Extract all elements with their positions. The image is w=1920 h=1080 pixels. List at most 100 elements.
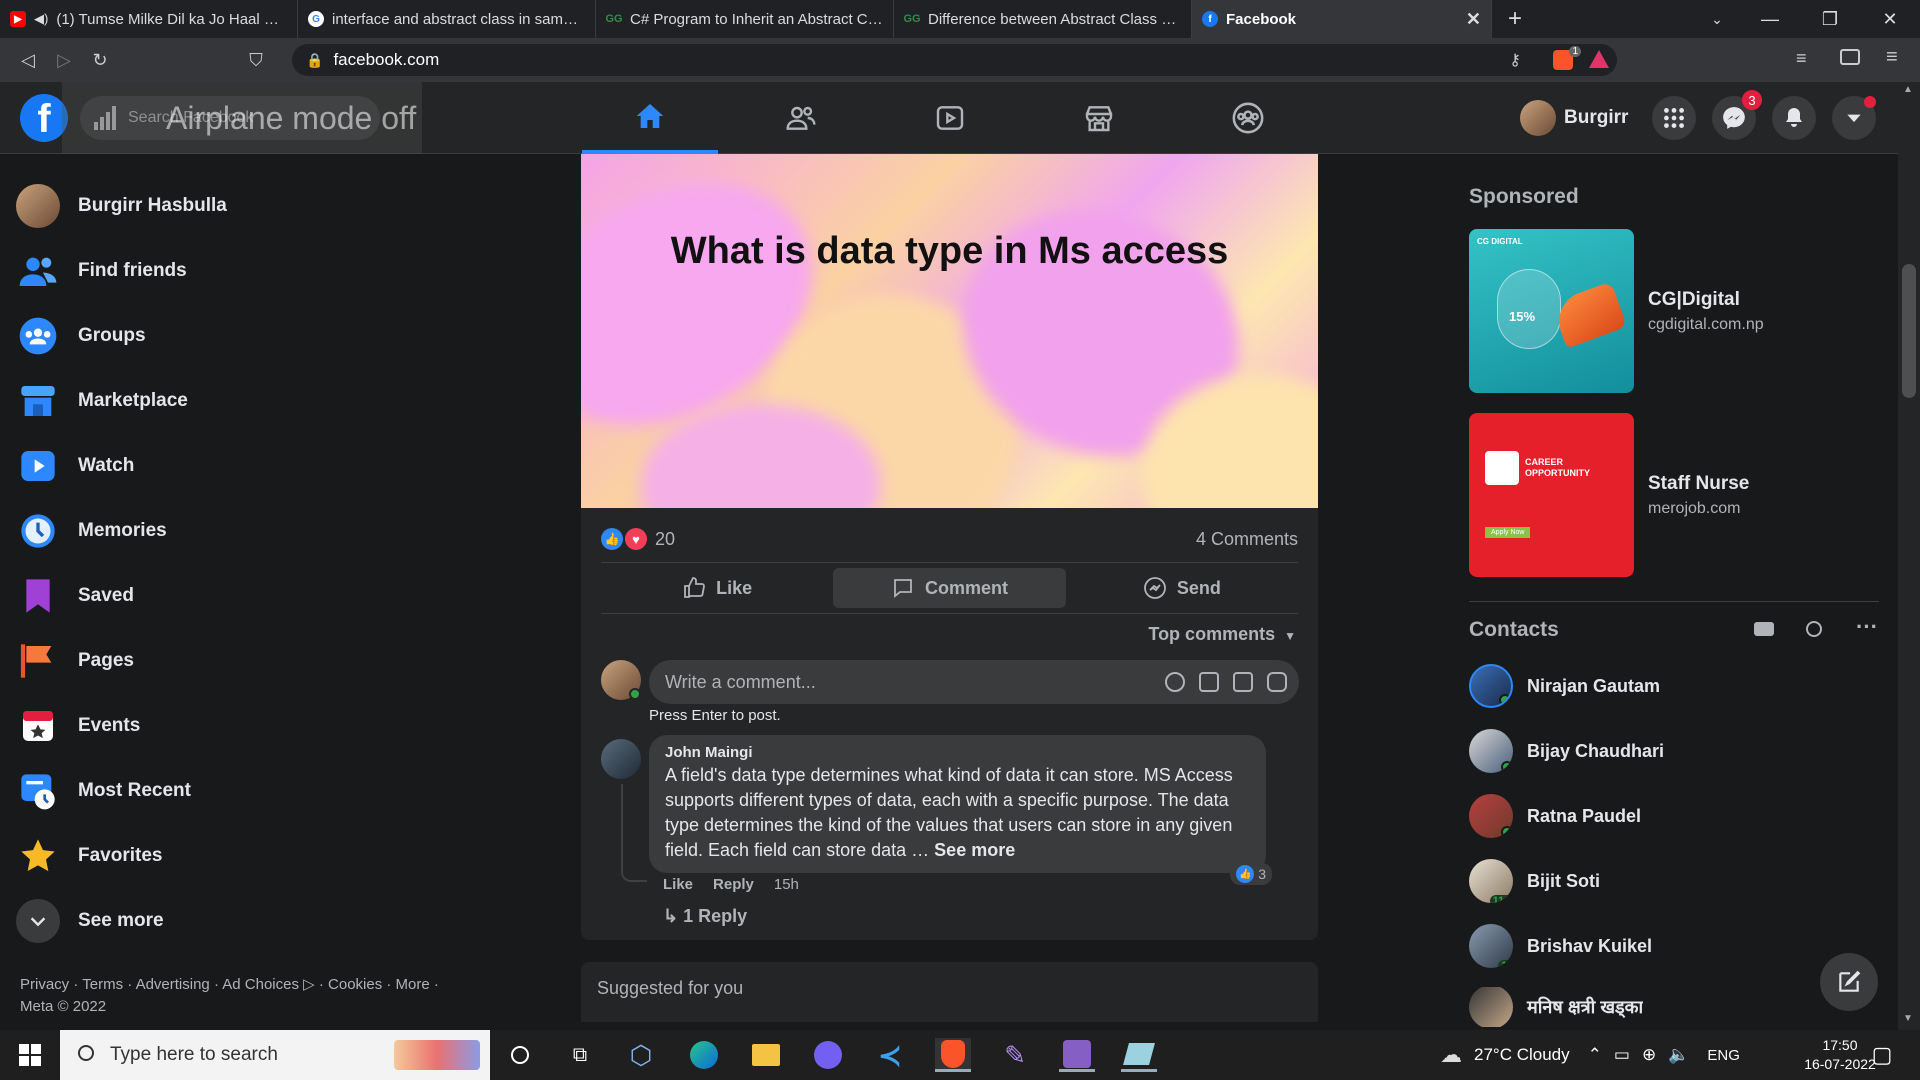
browser-tab-active[interactable]: f Facebook ✕ [1192, 0, 1492, 38]
sidebar-item-memories[interactable]: Memories [16, 503, 167, 559]
ad-image-cgdigital[interactable]: CG DIGITAL 15% [1469, 229, 1634, 393]
nav-marketplace[interactable] [1031, 82, 1167, 154]
comment-reactions[interactable]: 👍 3 [1230, 863, 1272, 885]
send-button[interactable]: Send [1066, 568, 1298, 608]
sidebar-item-marketplace[interactable]: Marketplace [16, 373, 188, 429]
ad-title[interactable]: Staff Nurse [1648, 473, 1749, 495]
nav-groups[interactable] [1180, 82, 1316, 154]
search-icon[interactable] [1806, 621, 1822, 637]
notes-app-icon[interactable] [1121, 1038, 1157, 1072]
vscode-icon[interactable]: ≺ [872, 1038, 908, 1072]
cortana-icon[interactable] [502, 1038, 538, 1072]
contact-item[interactable]: Ratna Paudel [1469, 792, 1641, 840]
camera-icon[interactable] [1199, 672, 1219, 692]
battery-icon[interactable]: ▭ [1614, 1045, 1630, 1065]
sidebar-item-profile[interactable]: Burgirr Hasbulla [16, 178, 227, 234]
contact-item[interactable]: मनिष क्षत्री खड्का [1469, 987, 1643, 1027]
chevron-up-icon[interactable]: ⌃ [1588, 1045, 1602, 1065]
wallet-icon[interactable] [1840, 49, 1860, 65]
sidebar-item-watch[interactable]: Watch [16, 438, 134, 494]
post-image[interactable]: What is data type in Ms access [581, 154, 1318, 508]
brave-rewards-icon[interactable] [1589, 50, 1609, 68]
viber-icon[interactable] [810, 1038, 846, 1072]
more-options-icon[interactable]: ··· [1856, 614, 1878, 640]
contact-item[interactable]: Bijay Chaudhari [1469, 727, 1664, 775]
scroll-up-arrow[interactable]: ▲ [1903, 84, 1913, 95]
reading-list-icon[interactable]: ≡ [1796, 48, 1807, 69]
comments-count[interactable]: 4 Comments [1196, 529, 1298, 550]
weather-text[interactable]: 27°C Cloudy [1474, 1045, 1570, 1065]
facebook-logo[interactable]: f [20, 94, 68, 142]
nav-friends[interactable] [733, 82, 869, 154]
taskbar-search-input[interactable]: Type here to search [60, 1030, 490, 1080]
close-tab-icon[interactable]: ✕ [1466, 9, 1481, 30]
reaction-summary[interactable]: 👍 ♥ 20 [601, 528, 675, 550]
scroll-down-arrow[interactable]: ▼ [1903, 1013, 1913, 1024]
gif-icon[interactable] [1233, 672, 1253, 692]
comment-input[interactable]: Write a comment... [649, 660, 1299, 704]
contact-item[interactable]: 11m Bijit Soti [1469, 857, 1600, 905]
see-more-link[interactable]: See more [934, 840, 1015, 860]
sidebar-item-favorites[interactable]: Favorites [16, 828, 162, 884]
like-button[interactable]: Like [601, 568, 833, 608]
sticker-icon[interactable] [1267, 672, 1287, 692]
browser-tab[interactable]: GG Difference between Abstract Class and [894, 0, 1192, 38]
nav-home[interactable] [582, 82, 718, 154]
comment-time[interactable]: 15h [774, 876, 799, 893]
sidebar-item-saved[interactable]: Saved [16, 568, 134, 624]
browser-tab[interactable]: ▶ ◀) (1) Tumse Milke Dil ka Jo Haal Kiya [0, 0, 298, 38]
notifications-icon[interactable]: ▢ [1864, 1038, 1900, 1072]
sidebar-item-see-more[interactable]: See more [16, 893, 164, 949]
notifications-button[interactable] [1772, 96, 1816, 140]
bookmark-icon[interactable]: ⛉ [238, 42, 274, 78]
emoji-icon[interactable] [1165, 672, 1185, 692]
menu-icon[interactable]: ≡ [1886, 46, 1898, 69]
browser-tab[interactable]: GG C# Program to Inherit an Abstract Cla… [596, 0, 894, 38]
pen-app-icon[interactable]: ✎ [997, 1038, 1033, 1072]
visual-studio-icon[interactable] [1059, 1038, 1095, 1072]
key-icon[interactable]: ⚷ [1509, 50, 1521, 70]
ad-image-merojob[interactable]: CAREER OPPORTUNITY Apply Now [1469, 413, 1634, 577]
globe-icon[interactable]: ⊕ [1642, 1045, 1656, 1065]
windows-start-icon[interactable] [12, 1038, 48, 1072]
comment-button[interactable]: Comment [833, 568, 1066, 608]
menu-button[interactable] [1652, 96, 1696, 140]
browser-tab[interactable]: G interface and abstract class in same C… [298, 0, 596, 38]
messenger-button[interactable]: 3 [1712, 90, 1762, 140]
reload-icon[interactable]: ↻ [82, 42, 118, 78]
url-bar[interactable]: 🔒 facebook.com ⚷ 1 [292, 44, 1617, 76]
scrollbar-thumb[interactable] [1902, 264, 1916, 398]
comment-author[interactable]: John Maingi [665, 744, 1250, 761]
comment-sort-dropdown[interactable]: Top comments ▼ [1148, 624, 1296, 645]
profile-chip[interactable]: Burgirr [1520, 98, 1628, 138]
sidebar-item-events[interactable]: Events [16, 698, 140, 754]
tab-search-icon[interactable]: ⌄ [1694, 0, 1740, 38]
new-tab-button[interactable]: + [1492, 0, 1538, 38]
contact-item[interactable]: Nirajan Gautam [1469, 662, 1660, 710]
contact-item[interactable]: 1h Brishav Kuikel [1469, 922, 1652, 970]
file-explorer-icon[interactable] [748, 1038, 784, 1072]
close-window-button[interactable]: ✕ [1860, 0, 1920, 38]
language-indicator[interactable]: ENG [1707, 1047, 1740, 1064]
view-replies-link[interactable]: ↳ 1 Reply [663, 906, 747, 927]
scrollbar-track[interactable] [1898, 82, 1920, 1030]
commenter-avatar[interactable] [601, 739, 641, 779]
minimize-button[interactable]: — [1740, 0, 1800, 38]
sidebar-item-most-recent[interactable]: Most Recent [16, 763, 191, 819]
task-view-icon[interactable]: ⧉ [562, 1038, 598, 1072]
back-icon[interactable]: ◁ [10, 42, 46, 78]
volume-icon[interactable]: 🔈 [1668, 1045, 1689, 1065]
comment-reply-link[interactable]: Reply [713, 876, 754, 893]
maximize-button[interactable]: ❐ [1800, 0, 1860, 38]
account-button[interactable] [1832, 96, 1876, 140]
brave-browser-icon[interactable] [935, 1038, 971, 1072]
3d-viewer-icon[interactable]: ⬡ [623, 1038, 659, 1072]
sidebar-item-pages[interactable]: Pages [16, 633, 134, 689]
comment-like-link[interactable]: Like [663, 876, 693, 893]
footer-links[interactable]: Privacy · Terms · Advertising · Ad Choic… [20, 974, 440, 1018]
video-call-icon[interactable] [1754, 622, 1774, 636]
nav-watch[interactable] [882, 82, 1018, 154]
new-message-button[interactable] [1820, 953, 1878, 1011]
edge-icon[interactable] [686, 1038, 722, 1072]
sidebar-item-groups[interactable]: Groups [16, 308, 146, 364]
